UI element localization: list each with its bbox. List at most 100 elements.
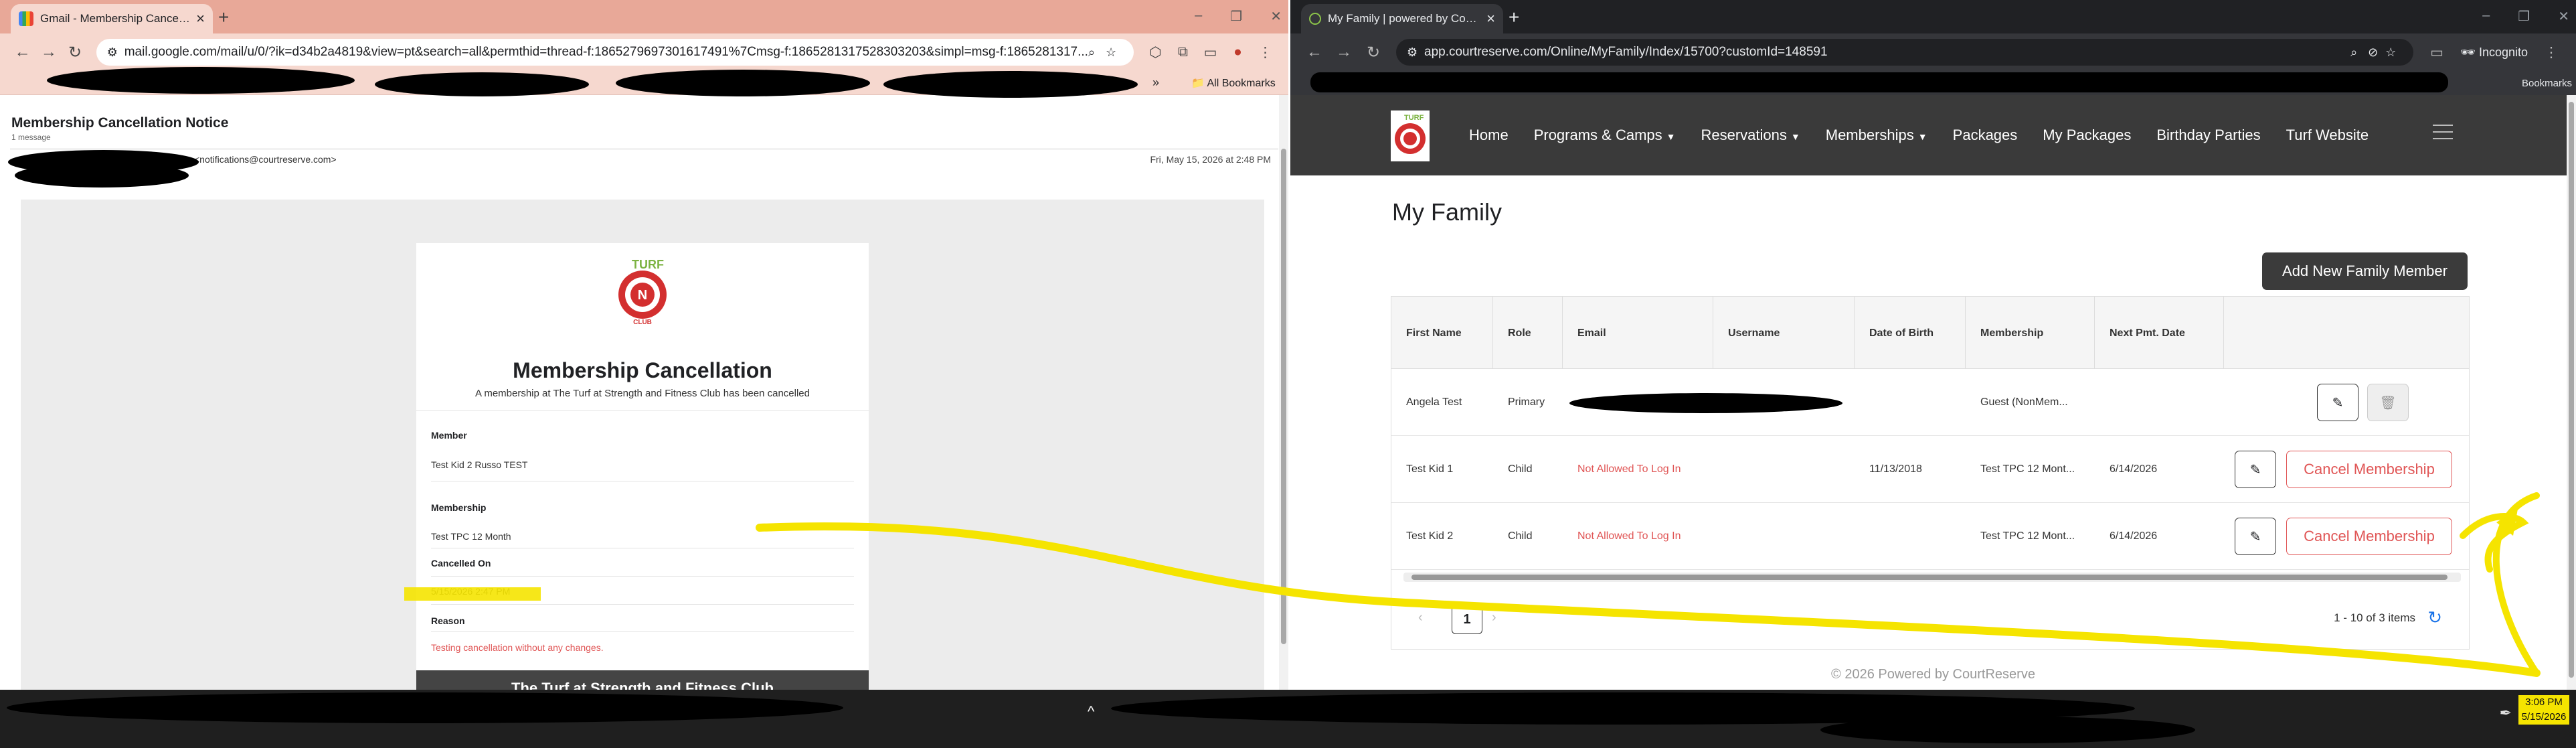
nav-my-packages[interactable]: My Packages [2043,127,2131,144]
next-page-icon[interactable]: › [1492,610,1496,625]
back-icon[interactable]: ← [1300,43,1329,62]
new-tab-icon[interactable]: + [1509,7,1519,28]
horizontal-scrollbar[interactable] [1403,573,2461,582]
email-date: Fri, May 15, 2026 at 2:48 PM [1150,154,1271,165]
address-bar[interactable]: ⚙ mail.google.com/mail/u/0/?ik=d34b2a481… [96,39,1134,66]
nav-memberships[interactable]: Memberships ▼ [1826,127,1927,144]
edit-icon: ✎ [2332,395,2344,410]
tab-gmail[interactable]: Gmail - Membership Cancellatio × [11,4,213,33]
cell-first-name: Angela Test [1406,396,1462,408]
logo-text: TURF [1404,114,1424,122]
field-value-reason: Testing cancellation without any changes… [431,642,604,653]
scrollbar-thumb[interactable] [1411,575,2448,580]
profile-icon[interactable]: ● [1224,44,1252,60]
maximize-icon[interactable]: ❐ [1230,8,1242,25]
cast-icon[interactable]: ▭ [1197,44,1224,61]
table-row: Test Kid 2 Child Not Allowed To Log In T… [1391,503,2469,570]
divider [431,604,854,605]
close-window-icon[interactable]: ✕ [1270,8,1282,25]
refresh-icon[interactable]: ↻ [2427,607,2442,628]
nav-turf-website[interactable]: Turf Website [2286,127,2369,144]
chevron-right-icon[interactable]: » [1152,76,1159,90]
maximize-icon[interactable]: ❐ [2518,8,2530,25]
puzzle-icon[interactable]: ⧉ [1169,44,1197,60]
forward-icon[interactable]: → [1329,43,1359,62]
svg-text:N: N [638,288,647,303]
redaction [883,71,1138,98]
nav-home[interactable]: Home [1469,127,1509,144]
desktop: Gmail - Membership Cancellatio × + – ❐ ✕… [0,0,2576,748]
card-footer: The Turf at Strength and Fitness Club [416,670,869,690]
scrollbar-thumb[interactable] [2569,102,2574,678]
turf-logo-icon[interactable]: TURF [1391,110,1430,161]
forward-icon[interactable]: → [35,43,62,62]
extension-icon[interactable]: ⬡ [1142,44,1169,61]
email-from: <notifications@courtreserve.com> [194,154,337,165]
zoom-icon[interactable]: ⌕ [1088,46,1106,60]
edit-button[interactable]: ✎ [2235,451,2276,488]
star-icon[interactable]: ☆ [2385,46,2403,60]
column-header-first-name[interactable]: First Name [1391,297,1493,369]
scrollbar-thumb[interactable] [1281,149,1286,644]
site-info-icon[interactable]: ⚙ [107,46,124,60]
column-header-username[interactable]: Username [1713,297,1855,369]
menu-icon[interactable]: ⋮ [2536,44,2567,61]
nav-programs-camps[interactable]: Programs & Camps ▼ [1534,127,1676,144]
redaction [47,67,355,94]
edit-button[interactable]: ✎ [2317,384,2358,421]
close-tab-icon[interactable]: × [196,11,205,26]
page-title: My Family [1392,198,1502,226]
new-tab-icon[interactable]: + [218,7,229,28]
cell-role: Child [1508,530,1533,542]
browser-toolbar: ← → ↻ ⚙ mail.google.com/mail/u/0/?ik=d34… [0,33,1288,71]
tab-title: Gmail - Membership Cancellatio [40,12,191,25]
add-family-member-button[interactable]: Add New Family Member [2262,252,2468,290]
minimize-icon[interactable]: – [2482,8,2490,25]
address-bar[interactable]: ⚙ app.courtreserve.com/Online/MyFamily/I… [1396,39,2414,66]
scrollbar[interactable] [2567,95,2576,690]
bookmarks-label[interactable]: Bookmarks [2522,78,2572,89]
cell-role: Child [1508,463,1533,475]
chevron-up-icon[interactable]: ^ [1088,703,1094,721]
close-window-icon[interactable]: ✕ [2558,8,2569,25]
column-header-membership[interactable]: Membership [1966,297,2095,369]
prev-page-icon[interactable]: ‹ [1418,610,1423,625]
nav-birthday-parties[interactable]: Birthday Parties [2156,127,2260,144]
column-header-email[interactable]: Email [1563,297,1713,369]
hamburger-menu-icon[interactable] [2433,125,2453,139]
tab-my-family[interactable]: My Family | powered by CourtR × [1301,4,1503,33]
pen-icon[interactable]: ✒ [2500,704,2512,722]
cancel-membership-button[interactable]: Cancel Membership [2286,518,2452,555]
edit-button[interactable]: ✎ [2235,518,2276,555]
page-number[interactable]: 1 [1452,605,1482,634]
nav-packages[interactable]: Packages [1953,127,2018,144]
url-text: mail.google.com/mail/u/0/?ik=d34b2a4819&… [124,45,1088,59]
scrollbar[interactable] [1279,95,1288,690]
all-bookmarks[interactable]: 📁 All Bookmarks [1191,76,1276,90]
courtreserve-browser-window: My Family | powered by CourtR × + – ❐ ✕ … [1290,0,2576,690]
system-clock[interactable]: 3:06 PM 5/15/2026 [2518,695,2569,725]
browser-toolbar: ← → ↻ ⚙ app.courtreserve.com/Online/MyFa… [1290,33,2576,71]
column-header-role[interactable]: Role [1493,297,1563,369]
nav-reservations[interactable]: Reservations ▼ [1701,127,1800,144]
column-header-actions [2224,297,2470,369]
redaction [616,70,870,96]
column-header-next-pmt[interactable]: Next Pmt. Date [2095,297,2224,369]
all-bookmarks-label: All Bookmarks [1207,77,1276,89]
incognito-badge[interactable]: 🕶 Incognito [2460,46,2528,60]
reload-icon[interactable]: ↻ [62,43,88,62]
delete-button[interactable]: 🗑 [2367,384,2409,421]
back-icon[interactable]: ← [9,43,35,62]
close-tab-icon[interactable]: × [1486,11,1495,26]
column-header-dob[interactable]: Date of Birth [1855,297,1966,369]
reload-icon[interactable]: ↻ [1359,43,1388,62]
minimize-icon[interactable]: – [1195,8,1202,25]
zoom-icon[interactable]: ⌕ [2350,46,2368,60]
site-info-icon[interactable]: ⚙ [1407,46,1424,60]
cast-icon[interactable]: ▭ [2421,44,2452,61]
cancel-membership-button[interactable]: Cancel Membership [2286,451,2452,488]
cell-first-name: Test Kid 2 [1406,530,1454,542]
menu-icon[interactable]: ⋮ [1252,44,1279,61]
eye-off-icon[interactable]: ⊘ [2368,46,2385,60]
star-icon[interactable]: ☆ [1106,46,1123,60]
